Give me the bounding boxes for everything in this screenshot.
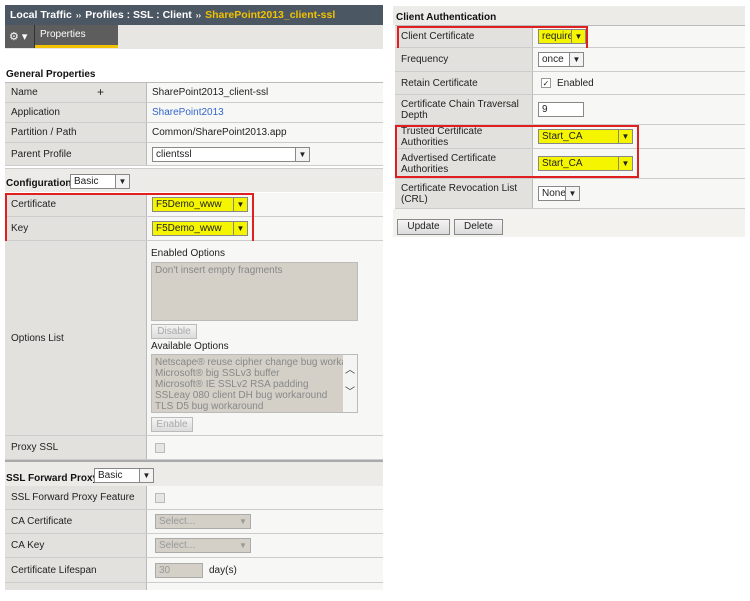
available-options-heading: Available Options (151, 341, 229, 352)
highlight-box (397, 26, 588, 50)
disable-button[interactable]: Disable (151, 324, 197, 339)
configuration-bar: Configuration: Basic ▼ (5, 168, 383, 192)
frequency-value: once (542, 54, 564, 65)
ssl-forward-proxy-label: SSL Forward Proxy: (6, 473, 102, 484)
name-label: Name (11, 87, 38, 98)
certificate-lifespan-input[interactable]: 30 (155, 562, 203, 578)
partial-row (5, 583, 383, 590)
forward-proxy-mode-value: Basic (98, 470, 123, 481)
forward-proxy-feature-label: SSL Forward Proxy Feature (5, 486, 147, 509)
retain-certificate-label: Retain Certificate (395, 72, 533, 94)
ssl-forward-proxy-mode-select[interactable]: Basic ▼ (94, 468, 154, 483)
breadcrumb-profiles[interactable]: Profiles : SSL : Client (85, 9, 192, 21)
chain-depth-label: Certificate Chain Traversal Depth (395, 95, 533, 124)
ca-certificate-label: CA Certificate (5, 510, 147, 533)
application-link[interactable]: SharePoint2013 (152, 107, 224, 118)
retain-certificate-checkbox[interactable]: ✓ (541, 78, 551, 88)
crl-label: Certificate Revocation List (CRL) (395, 179, 533, 208)
list-item[interactable]: Microsoft® big SSLv3 buffer (155, 368, 342, 379)
breadcrumb-local-traffic[interactable]: Local Traffic (10, 9, 72, 21)
application-row: Application SharePoint2013 (5, 103, 383, 123)
tab-properties[interactable]: Properties (35, 25, 118, 48)
certificate-lifespan-label: Certificate Lifespan (5, 558, 147, 582)
partition-row: Partition / Path Common/SharePoint2013.a… (5, 123, 383, 143)
gear-menu-button[interactable]: ⚙ ▾ (5, 25, 35, 48)
proxy-ssl-checkbox[interactable] (155, 442, 165, 453)
name-value: SharePoint2013_client-ssl (152, 87, 269, 98)
chain-depth-input[interactable]: 9 (538, 102, 584, 117)
highlight-box (5, 193, 254, 243)
configuration-label: Configuration: (6, 178, 75, 189)
options-list-row: Options List Enabled Options Don't inser… (5, 241, 383, 436)
client-auth-heading: Client Authentication (396, 12, 497, 23)
options-list-label: Options List (5, 241, 147, 435)
parent-profile-label: Parent Profile (5, 143, 147, 165)
ca-key-select[interactable]: Select... ▼ (155, 538, 251, 553)
chevron-down-icon: ▼ (236, 515, 250, 528)
chevron-down-icon: ▼ (236, 539, 250, 552)
chevron-up-icon[interactable]: ︿ (343, 360, 357, 382)
crosshair-cursor-icon: + (97, 85, 105, 99)
ca-key-label: CA Key (5, 534, 147, 557)
frequency-label: Frequency (395, 48, 533, 71)
partial-row-label (5, 583, 147, 590)
configuration-mode-select[interactable]: Basic ▼ (70, 174, 130, 189)
ca-certificate-select[interactable]: Select... ▼ (155, 514, 251, 529)
ca-certificate-value: Select... (159, 516, 196, 527)
proxy-ssl-row: Proxy SSL (5, 436, 383, 460)
list-item[interactable]: Microsoft® IE SSLv2 RSA padding (155, 379, 342, 390)
list-item[interactable]: TLS D5 bug workaround (155, 401, 342, 412)
ssl-forward-proxy-bar: SSL Forward Proxy: Basic ▼ (5, 460, 383, 486)
application-label: Application (5, 103, 147, 122)
crl-value: None (542, 188, 566, 199)
breadcrumb-current: SharePoint2013_client-ssl (205, 9, 336, 21)
proxy-ssl-label: Proxy SSL (5, 436, 147, 459)
general-properties-heading: General Properties (6, 69, 96, 80)
chevron-down-icon: ▼ (569, 53, 583, 66)
breadcrumb-separator: ›› (195, 11, 202, 20)
chevron-down-icon: ▼ (139, 469, 153, 482)
certificate-lifespan-row: Certificate Lifespan 30 day(s) (5, 558, 383, 583)
highlight-box (395, 125, 639, 178)
retain-certificate-value: Enabled (557, 77, 594, 89)
crl-row: Certificate Revocation List (CRL) None ▼ (395, 179, 745, 209)
ca-key-value: Select... (159, 540, 196, 551)
list-item[interactable]: Don't insert empty fragments (155, 265, 354, 276)
partition-label: Partition / Path (5, 123, 147, 142)
chain-depth-row: Certificate Chain Traversal Depth 9 (395, 95, 745, 125)
partition-value: Common/SharePoint2013.app (152, 127, 287, 138)
crl-select[interactable]: None ▼ (538, 186, 580, 201)
delete-button[interactable]: Delete (454, 219, 503, 235)
name-row: Name + SharePoint2013_client-ssl (5, 83, 383, 103)
client-auth-bar: Client Authentication (393, 6, 745, 25)
chevron-down-icon: ▼ (295, 147, 309, 161)
scrollbar[interactable]: ︿ ﹀ (343, 355, 357, 412)
available-options-list[interactable]: Netscape® reuse cipher change bug workar… (151, 354, 358, 413)
chevron-down-icon: ▼ (115, 175, 129, 188)
forward-proxy-feature-checkbox[interactable] (155, 492, 165, 503)
button-bar: Update Delete (393, 209, 745, 237)
chevron-down-icon: ▼ (565, 187, 579, 200)
enabled-options-heading: Enabled Options (151, 248, 225, 259)
breadcrumb: Local Traffic ›› Profiles : SSL : Client ››… (5, 5, 383, 25)
list-item[interactable]: Netscape® reuse cipher change bug workar… (155, 357, 356, 368)
ca-certificate-row: CA Certificate Select... ▼ (5, 510, 383, 534)
frequency-row: Frequency once ▼ (395, 48, 745, 72)
parent-profile-value: clientssl (156, 148, 192, 160)
ca-key-row: CA Key Select... ▼ (5, 534, 383, 558)
list-item[interactable]: SSLeay 080 client DH bug workaround (155, 390, 342, 401)
enabled-options-list[interactable]: Don't insert empty fragments (151, 262, 358, 321)
retain-certificate-row: Retain Certificate ✓ Enabled (395, 72, 745, 95)
lifespan-unit: day(s) (209, 564, 237, 576)
update-button[interactable]: Update (397, 219, 450, 235)
enable-button[interactable]: Enable (151, 417, 193, 432)
configuration-mode-value: Basic (74, 176, 99, 187)
parent-profile-select[interactable]: clientssl ▼ (152, 146, 310, 162)
forward-proxy-feature-row: SSL Forward Proxy Feature (5, 486, 383, 510)
frequency-select[interactable]: once ▼ (538, 52, 584, 67)
parent-profile-row: Parent Profile clientssl ▼ (5, 143, 383, 166)
chevron-down-icon[interactable]: ﹀ (343, 382, 357, 404)
breadcrumb-separator: ›› (75, 11, 82, 20)
